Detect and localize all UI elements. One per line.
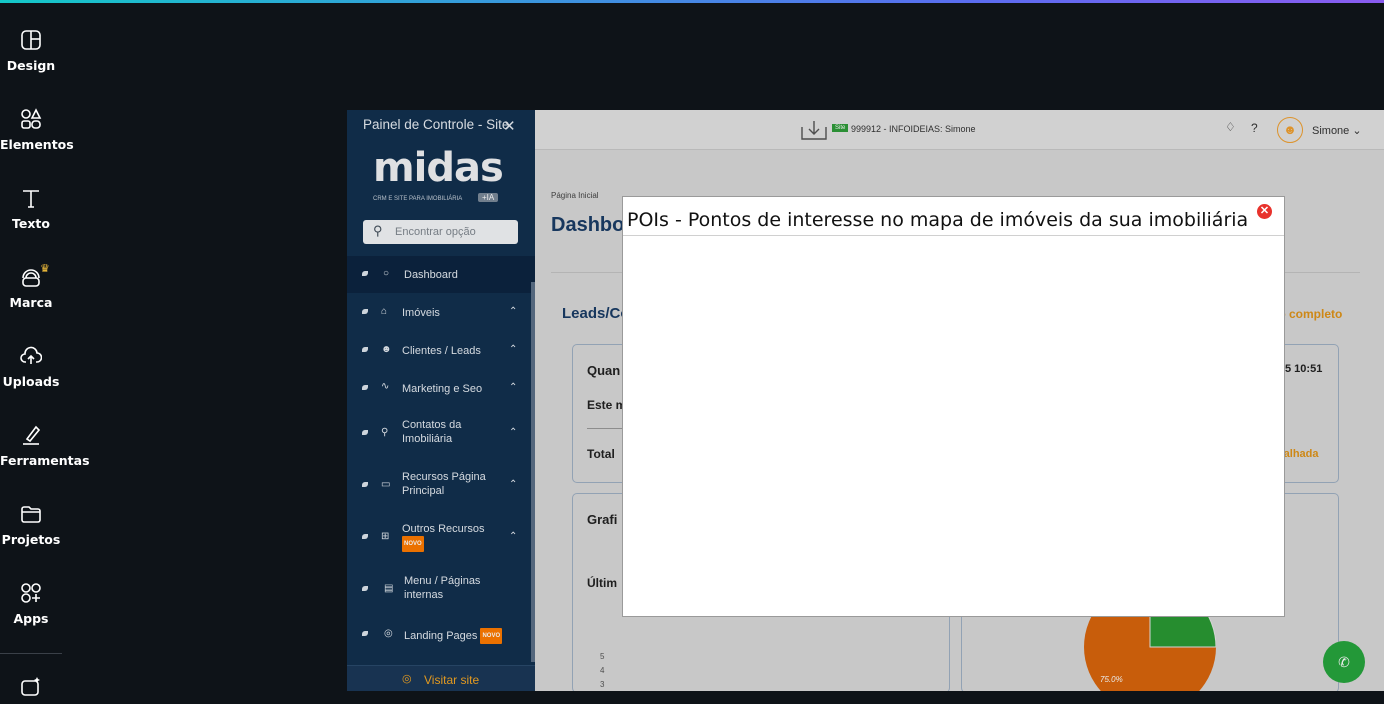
rail-label: Uploads xyxy=(2,374,60,389)
text-icon xyxy=(23,190,39,208)
rail-label: Projetos xyxy=(1,532,61,547)
draw-tool-icon xyxy=(23,425,41,445)
rail-label: Apps xyxy=(13,611,49,626)
rail-item-ferramentas[interactable]: Ferramentas xyxy=(0,424,90,468)
layout-icon xyxy=(21,30,41,50)
modal-divider xyxy=(623,235,1284,236)
top-accent-line xyxy=(0,0,1384,3)
embedded-site-preview: Painel de Controle - Site ✕ midas CRM E … xyxy=(347,110,1384,691)
rail-item-elementos[interactable]: Elementos xyxy=(0,108,74,152)
rail-label: Marca xyxy=(9,295,53,310)
rail-item-apps[interactable]: Apps xyxy=(0,582,62,626)
rail-label: Elementos xyxy=(0,137,74,152)
apps-icon xyxy=(21,583,41,603)
shapes-icon xyxy=(21,108,42,129)
magic-media-icon xyxy=(21,677,40,696)
close-icon[interactable]: ✕ xyxy=(1257,204,1272,219)
modal-title: POIs - Pontos de interesse no mapa de im… xyxy=(627,209,1249,231)
rail-item-marca[interactable]: ♛ Marca xyxy=(0,262,62,310)
rail-label: Texto xyxy=(12,216,50,231)
editor-side-rail: Design Elementos Texto ♛ Marca Uploads F… xyxy=(0,3,90,696)
rail-label: Design xyxy=(6,58,56,73)
rail-item-uploads[interactable]: Uploads xyxy=(0,345,62,389)
rail-item-texto[interactable]: Texto xyxy=(0,187,62,231)
rail-item-design[interactable]: Design xyxy=(0,29,62,73)
upload-cloud-icon xyxy=(20,346,42,364)
rail-item-projetos[interactable]: Projetos xyxy=(0,503,62,547)
poi-modal: POIs - Pontos de interesse no mapa de im… xyxy=(622,196,1285,617)
brand-icon xyxy=(22,269,40,287)
crown-icon: ♛ xyxy=(40,262,50,275)
rail-item-magic[interactable] xyxy=(0,675,62,704)
rail-label: Ferramentas xyxy=(0,453,90,468)
folder-icon xyxy=(21,506,41,523)
rail-divider xyxy=(0,653,62,654)
